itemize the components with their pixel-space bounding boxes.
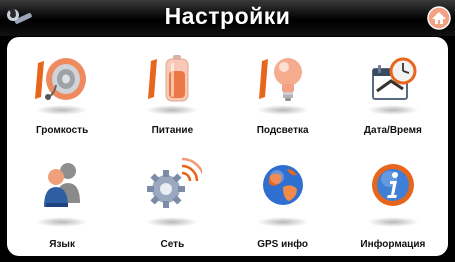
menu-item-power[interactable]: Питание — [117, 45, 227, 151]
menu-item-label: Язык — [49, 238, 75, 250]
menu-item-label: Дата/Время — [363, 125, 422, 136]
menu-item-label: Информация — [360, 238, 426, 250]
home-icon[interactable] — [427, 6, 451, 30]
speaker-icon — [32, 51, 92, 107]
menu-item-backlight[interactable]: Подсветка — [228, 45, 338, 151]
network-gear-icon — [142, 157, 203, 213]
menu-item-label: Питание — [151, 125, 194, 136]
lightbulb-icon — [253, 51, 313, 107]
title-bar: Настройки — [0, 0, 455, 36]
settings-panel: Громкость Питание Подсветка Дата/Время Я… — [7, 37, 448, 256]
menu-item-label: Подсветка — [256, 125, 309, 136]
menu-item-label: Сеть — [160, 238, 185, 250]
menu-item-label: Громкость — [36, 125, 89, 136]
info-icon — [363, 157, 423, 213]
menu-item-gps-info[interactable]: GPS инфо — [228, 151, 338, 257]
menu-item-label: GPS инфо — [257, 238, 309, 250]
menu-item-network[interactable]: Сеть — [117, 151, 227, 257]
menu-item-language[interactable]: Язык — [7, 151, 117, 257]
menu-item-date-time[interactable]: Дата/Время — [338, 45, 448, 151]
people-icon — [32, 157, 92, 213]
globe-icon — [253, 157, 313, 213]
menu-item-volume[interactable]: Громкость — [7, 45, 117, 151]
page-title: Настройки — [164, 3, 291, 29]
menu-item-information[interactable]: Информация — [338, 151, 448, 257]
calendar-clock-icon — [363, 51, 423, 107]
battery-icon — [142, 51, 202, 107]
settings-grid: Громкость Питание Подсветка Дата/Время Я… — [7, 45, 448, 256]
